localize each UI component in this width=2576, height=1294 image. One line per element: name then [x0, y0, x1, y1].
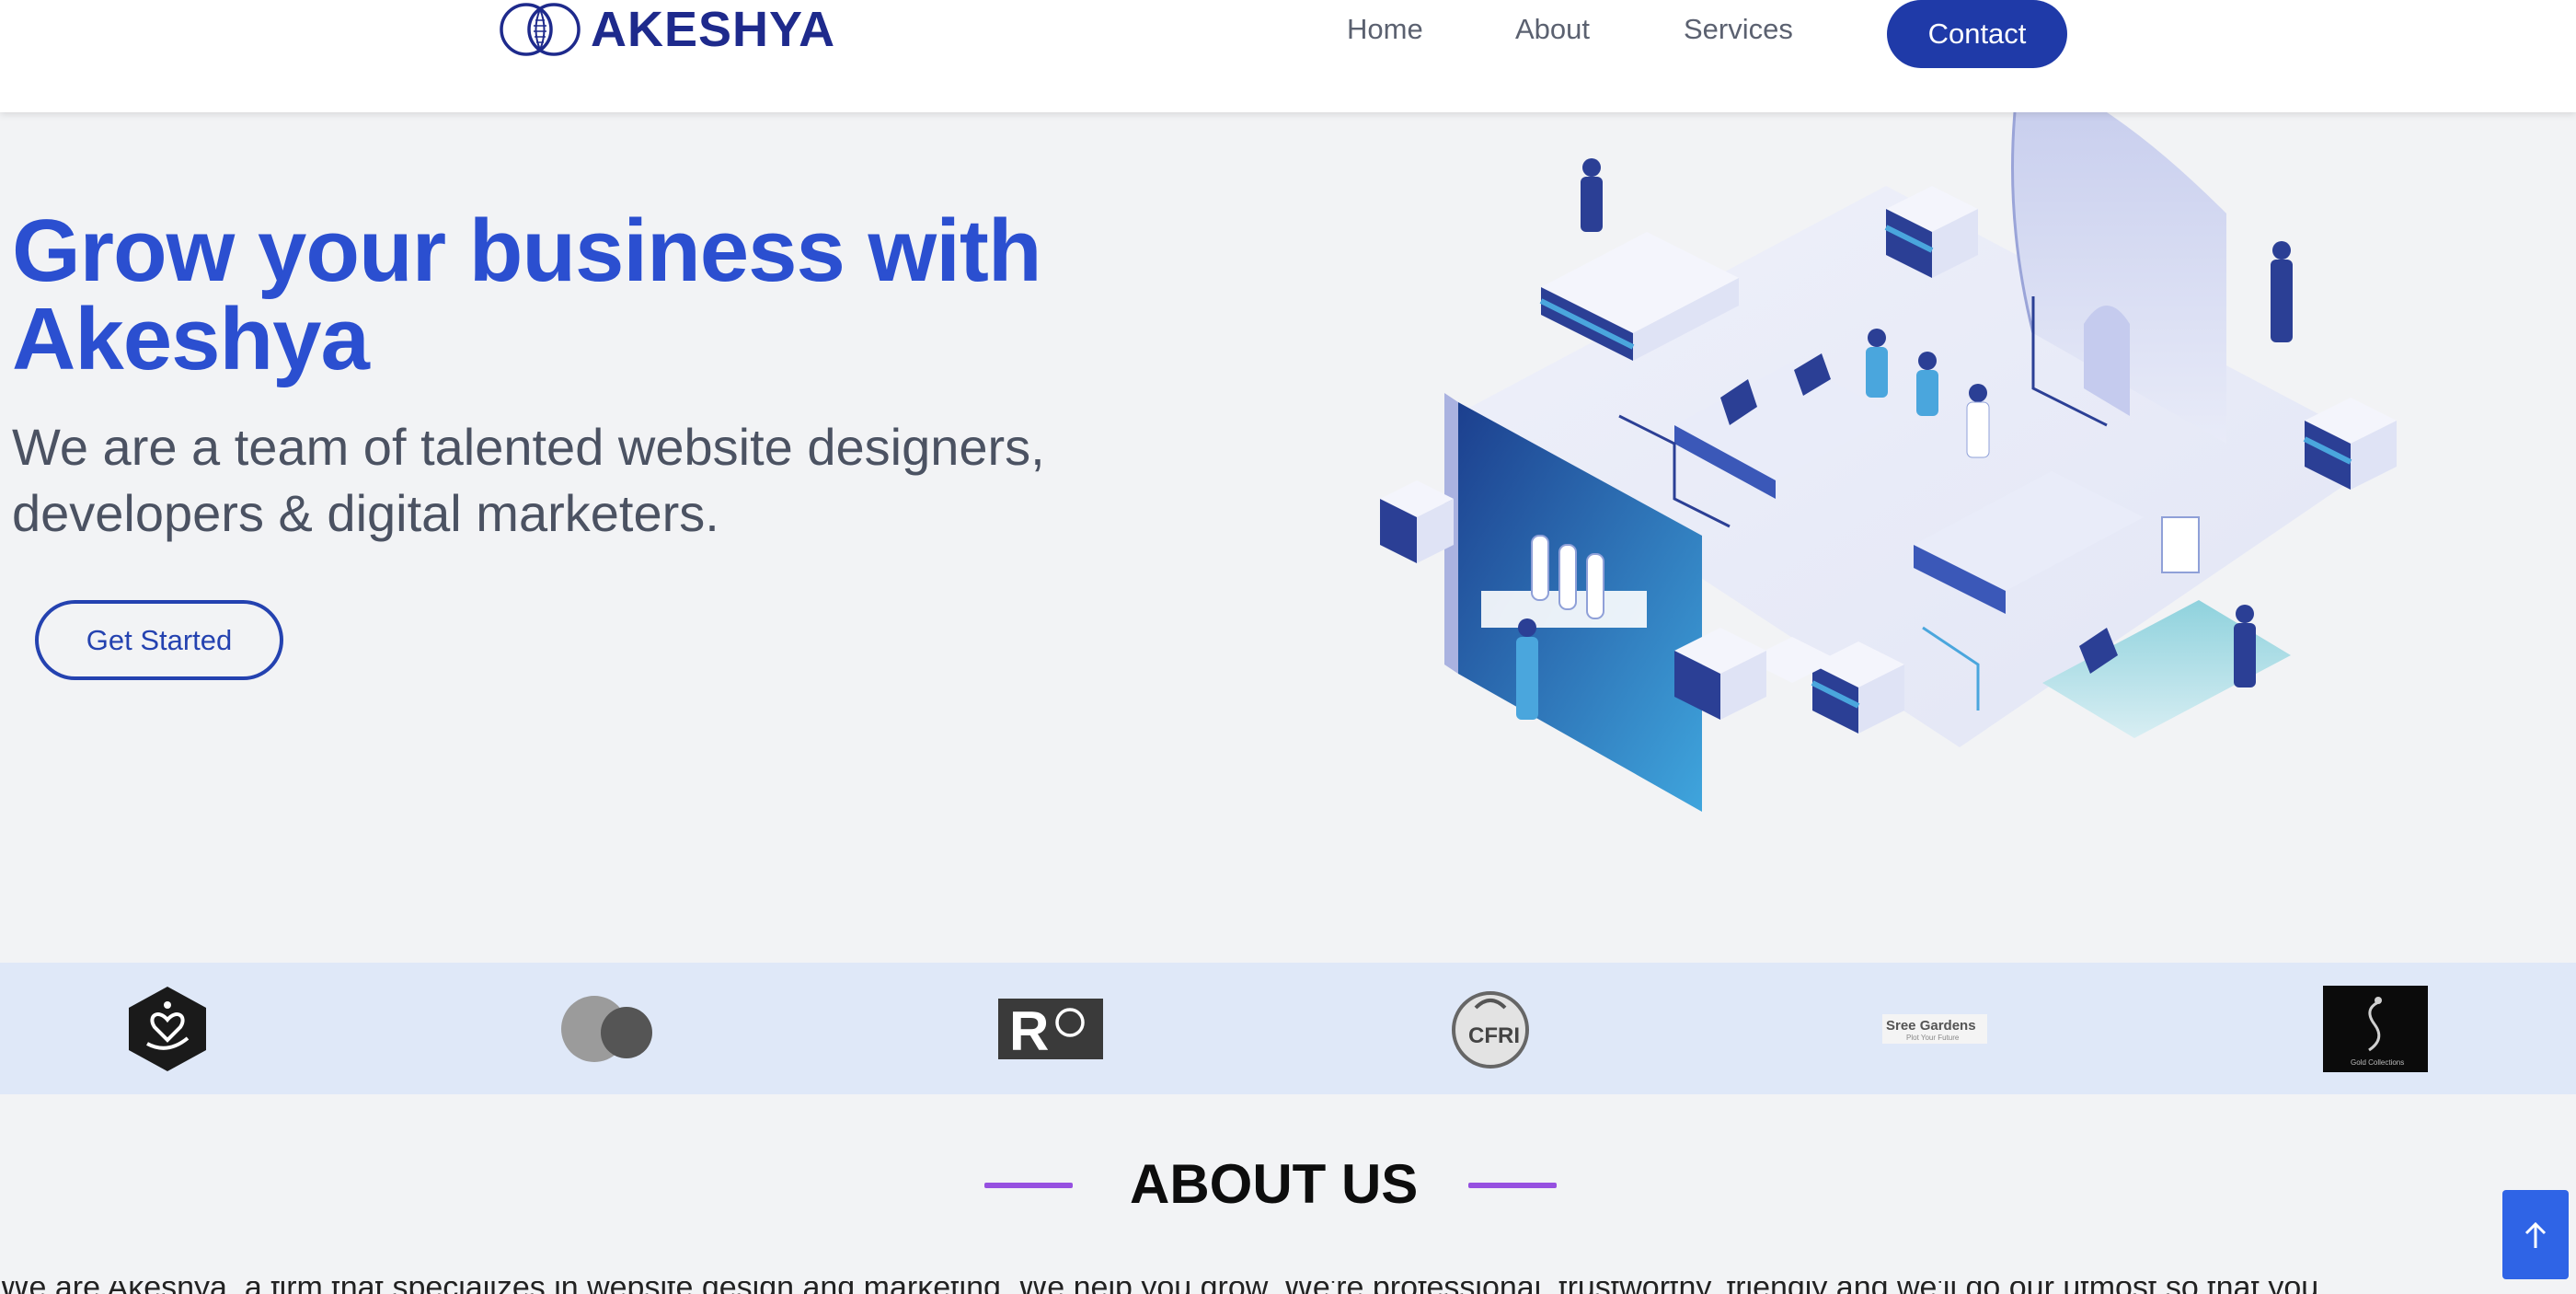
ro-logo: R [998, 983, 1103, 1075]
heart-hand-hexagon-logo [121, 983, 213, 1075]
scroll-to-top-button[interactable] [2502, 1190, 2569, 1279]
hero-subtitle: We are a team of talented website design… [12, 418, 1045, 542]
svg-text:R: R [1009, 1000, 1049, 1059]
nav-services[interactable]: Services [1684, 13, 1793, 46]
about-divider-right [1468, 1183, 1557, 1188]
cfri-logo: CFRI [1443, 983, 1538, 1075]
svg-text:Plot Your Future: Plot Your Future [1906, 1034, 1960, 1042]
brand-name: AKESHYA [591, 2, 836, 57]
isometric-office-illustration [1380, 112, 2397, 812]
svg-text:Gold Collections: Gold Collections [2351, 1058, 2404, 1067]
nav-contact-button[interactable]: Contact [1887, 0, 2067, 68]
sree-gardens-logo: Sree Gardens Plot Your Future [1882, 983, 1987, 1075]
about-title: ABOUT US [1130, 1153, 1419, 1215]
svg-text:CFRI: CFRI [1468, 1023, 1520, 1048]
site-header: AKESHYA Home About Services Contact [0, 0, 2576, 112]
svg-text:Sree Gardens: Sree Gardens [1886, 1018, 1976, 1034]
client-logos-strip: R CFRI Sree Gardens Plot Your Future Gol… [0, 963, 2576, 1094]
about-intro-text: We are Akeshya, a firm that specializes … [0, 1281, 2576, 1294]
grey-circles-logo [558, 983, 659, 1075]
gold-collections-logo: Gold Collections [2323, 983, 2428, 1075]
nav-home[interactable]: Home [1347, 13, 1423, 46]
arrow-up-icon [2524, 1221, 2547, 1248]
hero-title: Grow your business with Akeshya [12, 202, 1042, 388]
nav-about[interactable]: About [1515, 13, 1590, 46]
about-divider-left [984, 1183, 1073, 1188]
get-started-button[interactable]: Get Started [35, 600, 283, 680]
interlocking-rings-logo-icon [500, 3, 581, 56]
brand-logo[interactable]: AKESHYA [495, 0, 835, 59]
